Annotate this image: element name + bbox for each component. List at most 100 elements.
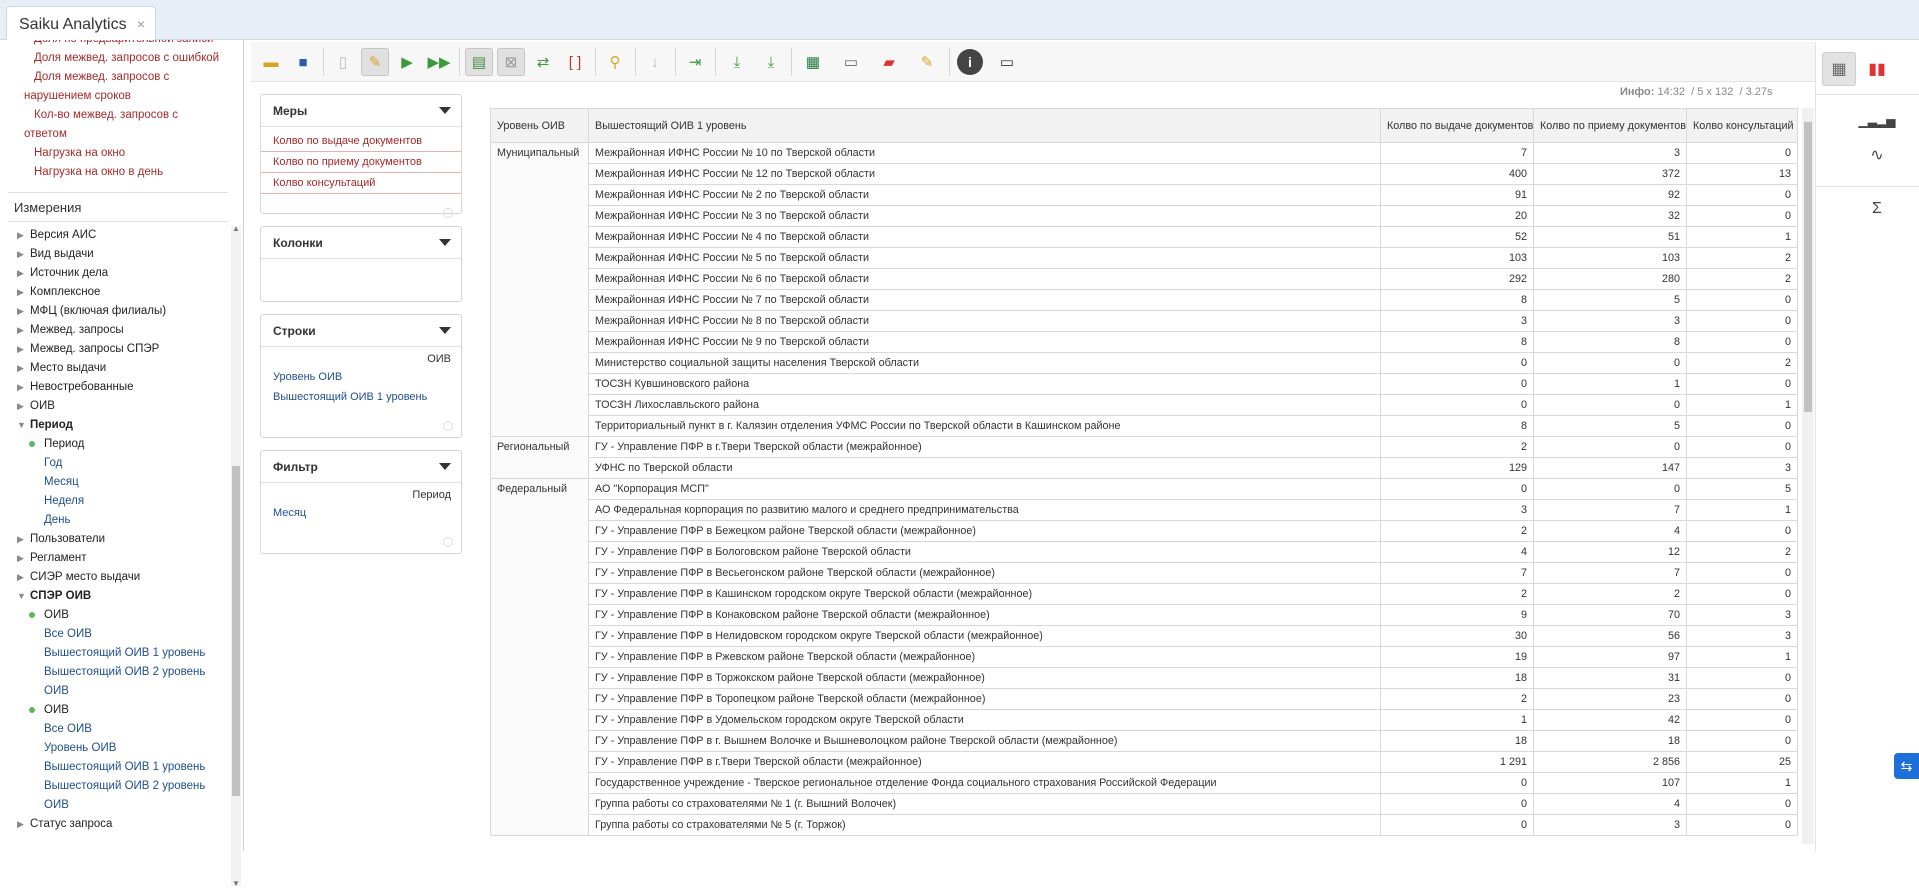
- pdf-icon[interactable]: ▰: [875, 48, 903, 76]
- caret-right-icon[interactable]: ▶: [17, 815, 24, 834]
- chevron-down-icon[interactable]: [439, 239, 451, 246]
- row-member[interactable]: Государственное учреждение - Тверское ре…: [588, 772, 1381, 794]
- toggle-fields-icon[interactable]: ▤: [465, 48, 493, 76]
- scrollbar-thumb[interactable]: [1804, 122, 1812, 412]
- hierarchy-item[interactable]: Период: [8, 435, 228, 454]
- measure-item[interactable]: Доля межвед. запросов с ошибкой: [8, 49, 228, 68]
- level-item[interactable]: День: [8, 511, 228, 530]
- browser-tab[interactable]: Saiku Analytics ×: [6, 6, 156, 40]
- measure-item[interactable]: ответом: [8, 125, 228, 144]
- dimension-item[interactable]: ▶ ОИВ: [8, 397, 228, 416]
- row-member[interactable]: Межрайонная ИФНС России № 10 по Тверской…: [588, 142, 1381, 164]
- row-member[interactable]: ГУ - Управление ПФР в Торжокском районе …: [588, 667, 1381, 689]
- level-item[interactable]: Неделя: [8, 492, 228, 511]
- dimension-item[interactable]: ▶ Источник дела: [8, 264, 228, 283]
- filter-panel-title[interactable]: Фильтр: [261, 451, 461, 483]
- row-member[interactable]: ГУ - Управление ПФР в Удомельском городс…: [588, 709, 1381, 731]
- level-item[interactable]: Вышестоящий ОИВ 1 уровень: [8, 644, 228, 663]
- measures-panel-title[interactable]: Меры: [261, 95, 461, 127]
- save-icon[interactable]: ■: [289, 48, 317, 76]
- level-item[interactable]: Месяц: [8, 473, 228, 492]
- close-icon[interactable]: ×: [137, 16, 145, 32]
- mdx-icon[interactable]: ✎: [913, 48, 941, 76]
- measure-item[interactable]: Кол-во межвед. запросов с: [8, 106, 228, 125]
- caret-right-icon[interactable]: ▶: [17, 321, 24, 340]
- edit-icon[interactable]: ✎: [361, 48, 389, 76]
- level-item[interactable]: Все ОИВ: [8, 625, 228, 644]
- caret-right-icon[interactable]: ▶: [17, 359, 24, 378]
- caret-right-icon[interactable]: ▶: [17, 302, 24, 321]
- row-member[interactable]: ГУ - Управление ПФР в Ржевском районе Тв…: [588, 646, 1381, 668]
- dimension-item[interactable]: ▶ Регламент: [8, 549, 228, 568]
- measure-item[interactable]: Нагрузка на окно в день: [8, 163, 228, 182]
- row-member[interactable]: УФНС по Тверской области: [588, 457, 1381, 479]
- row-member[interactable]: ГУ - Управление ПФР в г.Твери Тверской о…: [588, 436, 1381, 458]
- new-query-icon[interactable]: ▯: [329, 48, 357, 76]
- dimension-item[interactable]: ▼ СПЭР ОИВ: [8, 587, 228, 606]
- toggle-sidebar-icon[interactable]: ⊠: [497, 48, 525, 76]
- dimension-item[interactable]: ▶ Пользователи: [8, 530, 228, 549]
- column-header[interactable]: Уровень ОИВ: [490, 108, 589, 143]
- measure-item[interactable]: Доля по предварительной записи: [8, 40, 228, 49]
- column-header[interactable]: Колво консультаций: [1686, 108, 1798, 143]
- row-member[interactable]: АО Федеральная корпорация по развитию ма…: [588, 499, 1381, 521]
- row-member[interactable]: ГУ - Управление ПФР в г.Твери Тверской о…: [588, 751, 1381, 773]
- row-member[interactable]: ГУ - Управление ПФР в Конаковском районе…: [588, 604, 1381, 626]
- table-scrollbar[interactable]: [1802, 108, 1814, 844]
- row-member[interactable]: Межрайонная ИФНС России № 6 по Тверской …: [588, 268, 1381, 290]
- chevron-down-icon[interactable]: [439, 107, 451, 114]
- chevron-down-icon[interactable]: [439, 327, 451, 334]
- caret-right-icon[interactable]: ▶: [17, 340, 24, 359]
- row-member[interactable]: ГУ - Управление ПФР в Кашинском городско…: [588, 583, 1381, 605]
- dimension-item[interactable]: ▶ Статус запроса: [8, 815, 228, 834]
- caret-down-icon[interactable]: ▼: [17, 416, 26, 435]
- scrollbar-thumb[interactable]: [232, 466, 240, 796]
- columns-panel-title[interactable]: Колонки: [261, 227, 461, 259]
- dimension-item[interactable]: ▶ Место выдачи: [8, 359, 228, 378]
- row-member[interactable]: ГУ - Управление ПФР в Бологовском районе…: [588, 541, 1381, 563]
- caret-down-icon[interactable]: ▼: [17, 587, 26, 606]
- dimension-item[interactable]: ▶ Невостребованные: [8, 378, 228, 397]
- swap-axes-icon[interactable]: ⇄: [529, 48, 557, 76]
- caret-right-icon[interactable]: ▶: [17, 530, 24, 549]
- row-group-header[interactable]: Муниципальный: [490, 142, 589, 437]
- row-member[interactable]: ГУ - Управление ПФР в г. Вышнем Волочке …: [588, 730, 1381, 752]
- caret-right-icon[interactable]: ▶: [17, 568, 24, 587]
- bar-chart-icon[interactable]: ▁▃▂▅: [1859, 104, 1896, 138]
- column-header[interactable]: Колво по приему документов: [1533, 108, 1687, 143]
- table-view-icon[interactable]: ▦: [1822, 52, 1856, 86]
- dimension-item[interactable]: ▶ Версия АИС: [8, 226, 228, 245]
- drill-down-icon[interactable]: ↓: [641, 48, 669, 76]
- line-chart-icon[interactable]: ∿: [1860, 138, 1894, 172]
- caret-right-icon[interactable]: ▶: [17, 245, 24, 264]
- dimension-item[interactable]: ▼ Период: [8, 416, 228, 435]
- caret-right-icon[interactable]: ▶: [17, 397, 24, 416]
- row-member[interactable]: Межрайонная ИФНС России № 9 по Тверской …: [588, 331, 1381, 353]
- rows-panel-title[interactable]: Строки: [261, 315, 461, 347]
- row-member[interactable]: ТОСЗН Лихославльского района: [588, 394, 1381, 416]
- row-member[interactable]: ГУ - Управление ПФР в Весьегонском район…: [588, 562, 1381, 584]
- row-member[interactable]: АО "Корпорация МСП": [588, 478, 1381, 500]
- row-member[interactable]: ТОСЗН Кувшиновского района: [588, 373, 1381, 395]
- dimension-item[interactable]: ▶ СИЭР место выдачи: [8, 568, 228, 587]
- dimension-item[interactable]: ▶ МФЦ (включая филиалы): [8, 302, 228, 321]
- row-member[interactable]: Группа работы со страхователями № 1 (г. …: [588, 793, 1381, 815]
- scroll-up-icon[interactable]: ▲: [232, 224, 240, 233]
- remote-support-icon[interactable]: ⇆: [1894, 753, 1919, 779]
- chevron-down-icon[interactable]: [439, 463, 451, 470]
- selected-measure[interactable]: Колво по приему документов: [261, 152, 461, 173]
- dimension-item[interactable]: ▶ Вид выдачи: [8, 245, 228, 264]
- row-member[interactable]: ГУ - Управление ПФР в Нелидовском городс…: [588, 625, 1381, 647]
- selected-measure[interactable]: Колво консультаций: [261, 173, 461, 194]
- filter-level[interactable]: Месяц: [261, 503, 461, 523]
- level-item[interactable]: Уровень ОИВ: [8, 739, 228, 758]
- row-member[interactable]: Межрайонная ИФНС России № 2 по Тверской …: [588, 184, 1381, 206]
- dimension-item[interactable]: ▶ Межвед. запросы: [8, 321, 228, 340]
- open-folder-icon[interactable]: ▬: [257, 48, 285, 76]
- export-all-icon[interactable]: ⤓: [757, 48, 785, 76]
- row-member[interactable]: Межрайонная ИФНС России № 4 по Тверской …: [588, 226, 1381, 248]
- measure-item[interactable]: Доля межвед. запросов с: [8, 68, 228, 87]
- row-member[interactable]: Межрайонная ИФНС России № 12 по Тверской…: [588, 163, 1381, 185]
- level-item[interactable]: ОИВ: [8, 682, 228, 701]
- auto-run-icon[interactable]: ▶▶: [425, 48, 453, 76]
